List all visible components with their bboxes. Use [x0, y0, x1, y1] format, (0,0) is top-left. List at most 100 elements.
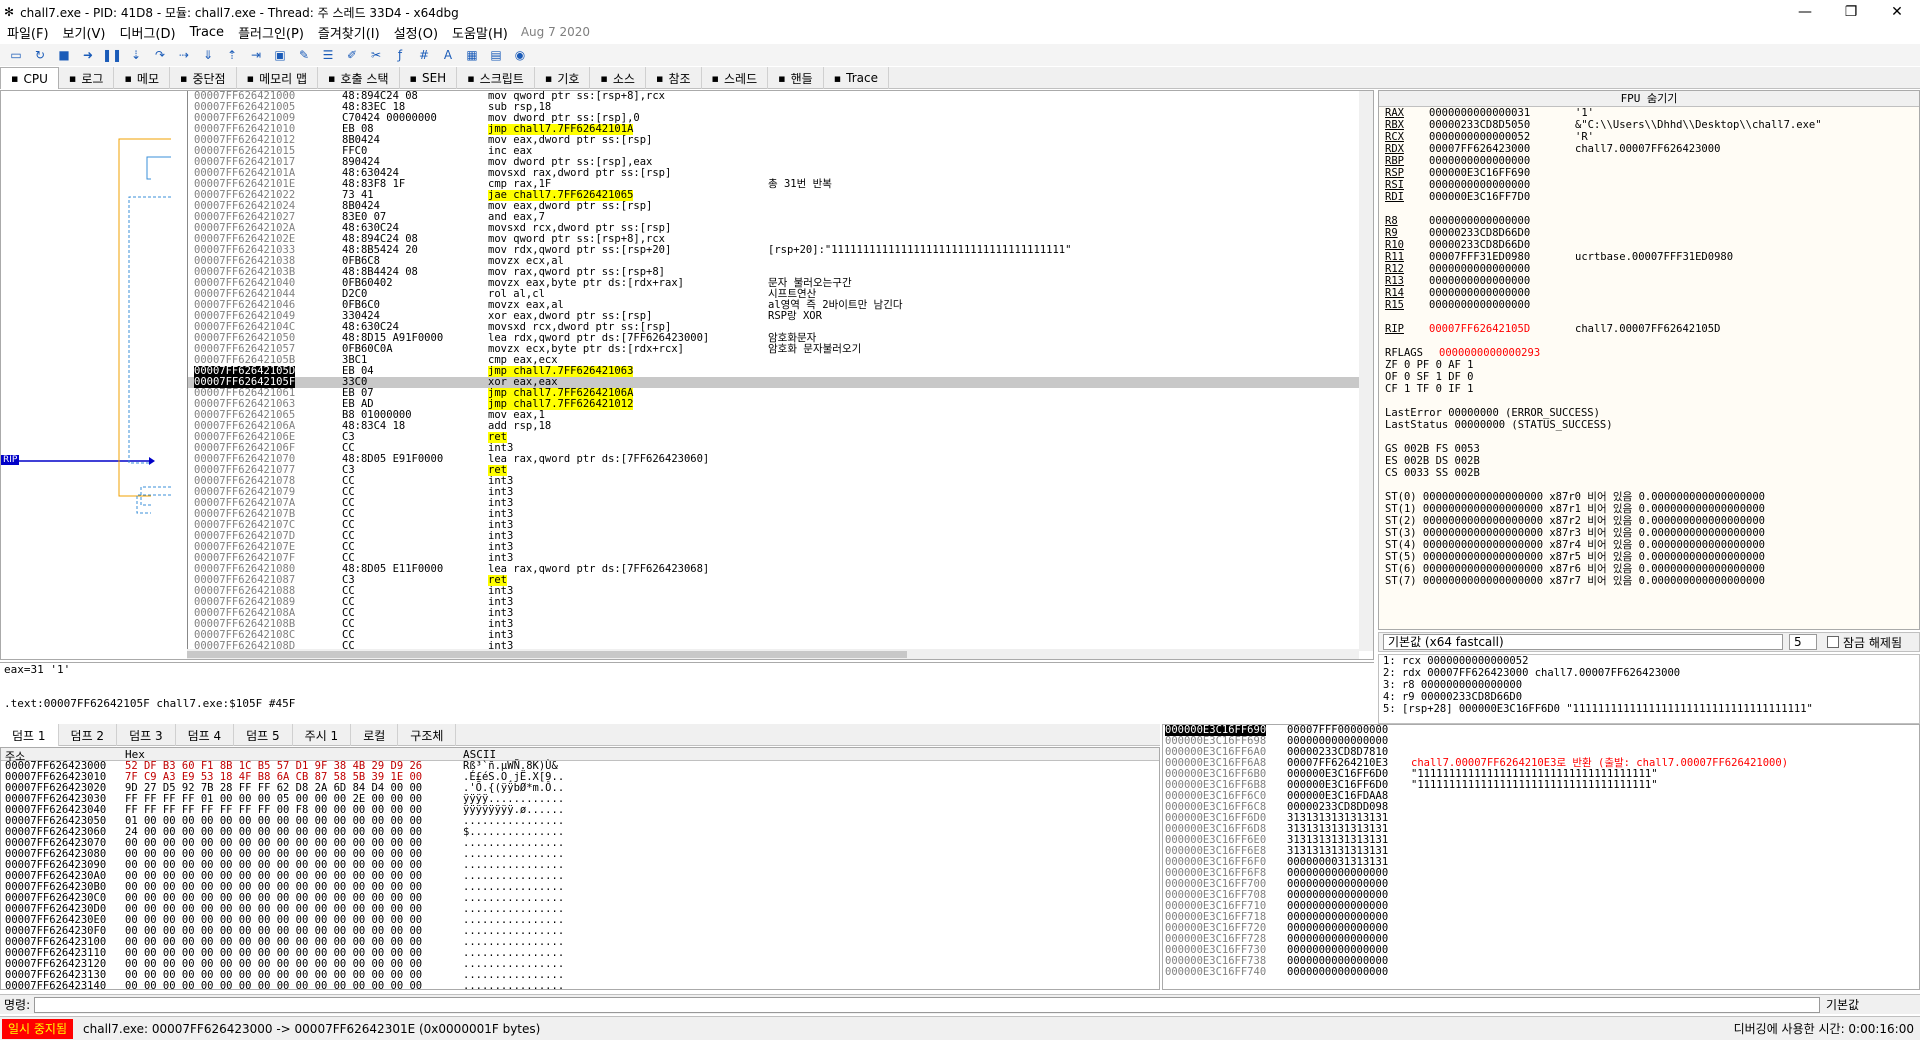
command-default-select[interactable]: 기본값 — [1820, 996, 1920, 1013]
register-name[interactable]: R12 — [1385, 263, 1404, 275]
stack-row[interactable]: 000000E3C16FF6B8 000000E3C16FF6D0 "1111111… — [1163, 780, 1919, 791]
trace-into-icon[interactable]: ⇢ — [176, 47, 192, 63]
disasm-row[interactable]: 00007FF626421078 CC int3 — [188, 476, 1359, 487]
fpu-row[interactable]: ST(3) 0000000000000000000 x87r3 비어 있음 0.… — [1379, 527, 1919, 539]
disasm-row[interactable]: 00007FF62642106E C3 ret — [188, 432, 1359, 443]
disasm-row[interactable]: 00007FF62642107A CC int3 — [188, 498, 1359, 509]
stack-row[interactable]: 000000E3C16FF740 0000000000000000 — [1163, 967, 1919, 978]
stack-row[interactable]: 000000E3C16FF6E0 3131313131313131 — [1163, 835, 1919, 846]
register-value[interactable]: 0000000000000000 — [1429, 179, 1530, 191]
tab-13[interactable]: ▪ Trace — [824, 67, 889, 89]
register-name[interactable]: RSP — [1385, 167, 1404, 179]
register-value[interactable]: 0000000000000000 — [1429, 287, 1530, 299]
tab-3[interactable]: ▪ 중단점 — [170, 67, 237, 89]
register-value[interactable]: 0000000000000000 — [1429, 275, 1530, 287]
disasm-row[interactable]: 00007FF62642108B CC int3 — [188, 619, 1359, 630]
registers-pane[interactable]: FPU 숨기기 RAX 0000000000000031 '1' RBX 0000023… — [1378, 90, 1920, 630]
run-to-user-code-icon[interactable]: ⇥ — [248, 47, 264, 63]
tab-11[interactable]: ▪ 스레드 — [702, 67, 769, 89]
stack-row[interactable]: 000000E3C16FF720 0000000000000000 — [1163, 923, 1919, 934]
menu-item[interactable]: 도움말(H) — [445, 23, 515, 42]
register-name[interactable]: R11 — [1385, 251, 1404, 263]
minimize-button[interactable]: — — [1782, 0, 1828, 24]
comment-icon[interactable]: ☰ — [320, 47, 336, 63]
disasm-row[interactable]: 00007FF626421077 C3 ret — [188, 465, 1359, 476]
register-value[interactable]: 000000E3C16FF690 — [1429, 167, 1530, 179]
disasm-row[interactable]: 00007FF62642108C CC int3 — [188, 630, 1359, 641]
tab-2[interactable]: ▪ 메모 — [114, 67, 170, 89]
register-name[interactable]: R15 — [1385, 299, 1404, 311]
register-value[interactable]: 00007FFF31ED0980 — [1429, 251, 1530, 263]
stack-row[interactable]: 000000E3C16FF6D8 3131313131313131 — [1163, 824, 1919, 835]
stack-row[interactable]: 000000E3C16FF710 0000000000000000 — [1163, 901, 1919, 912]
run-icon[interactable]: ➜ — [80, 47, 96, 63]
stack-row[interactable]: 000000E3C16FF728 0000000000000000 — [1163, 934, 1919, 945]
register-value[interactable]: 00000233CD8D66D0 — [1429, 239, 1530, 251]
disasm-row[interactable]: 00007FF62642107C CC int3 — [188, 520, 1359, 531]
arg-count-spinner[interactable]: 5 — [1789, 634, 1817, 650]
disasm-row[interactable]: 00007FF626421089 CC int3 — [188, 597, 1359, 608]
step-into-icon[interactable]: ⇣ — [128, 47, 144, 63]
open-icon[interactable]: ▭ — [8, 47, 24, 63]
menu-item[interactable]: 파일(F) — [0, 23, 56, 42]
fpu-row[interactable]: ST(1) 0000000000000000000 x87r1 비어 있음 0.… — [1379, 503, 1919, 515]
fpu-row[interactable]: ST(6) 0000000000000000000 x87r6 비어 있음 0.… — [1379, 563, 1919, 575]
dump-tab-5[interactable]: 덤프 5 — [234, 724, 293, 746]
dump-tab-2[interactable]: 덤프 2 — [59, 724, 118, 746]
register-name[interactable]: R10 — [1385, 239, 1404, 251]
flags-row[interactable]: OF 0 SF 1 DF 0 — [1379, 371, 1919, 383]
dump-tab-7[interactable]: 로컬 — [351, 724, 399, 746]
dump-row[interactable]: 00007FF626423140 00 00 00 00 00 00 00 00 … — [1, 981, 1159, 992]
fpu-row[interactable]: ST(5) 0000000000000000000 x87r5 비어 있음 0.… — [1379, 551, 1919, 563]
restart-icon[interactable]: ↻ — [32, 47, 48, 63]
stack-row[interactable]: 000000E3C16FF708 0000000000000000 — [1163, 890, 1919, 901]
rflags-value[interactable]: 0000000000000293 — [1439, 347, 1540, 359]
notes-toolbar-icon[interactable]: ▤ — [488, 47, 504, 63]
fpu-toggle[interactable]: FPU 숨기기 — [1379, 91, 1919, 107]
stack-row[interactable]: 000000E3C16FF730 0000000000000000 — [1163, 945, 1919, 956]
stack-row[interactable]: 000000E3C16FF6D0 3131313131313131 — [1163, 813, 1919, 824]
hash-icon[interactable]: # — [416, 47, 432, 63]
register-value[interactable]: 0000000000000000 — [1429, 215, 1530, 227]
tab-7[interactable]: ▪ 스크립트 — [457, 67, 535, 89]
scylla-icon[interactable]: ▣ — [272, 47, 288, 63]
function-icon[interactable]: ƒ — [392, 47, 408, 63]
menu-item[interactable]: 설정(O) — [387, 23, 445, 42]
stack-row[interactable]: 000000E3C16FF6C0 000000E3C16FDAA8 — [1163, 791, 1919, 802]
register-name[interactable]: RAX — [1385, 107, 1404, 119]
disassembly-rows[interactable]: 00007FF626421000 48:894C24 08 mov qword pt… — [187, 91, 1359, 652]
flags-row[interactable]: CF 1 TF 0 IF 1 — [1379, 383, 1919, 395]
register-value[interactable]: 0000000000000031 — [1429, 107, 1530, 119]
disasm-row[interactable]: 00007FF62642107B CC int3 — [188, 509, 1359, 520]
disasm-row[interactable]: 00007FF626421079 CC int3 — [188, 487, 1359, 498]
dump-tab-8[interactable]: 구조체 — [398, 724, 457, 746]
disasm-row[interactable]: 00007FF62642106A 48:83C4 18 add rsp,18 — [188, 421, 1359, 432]
font-icon[interactable]: A — [440, 47, 456, 63]
register-value[interactable]: 00007FF62642105D — [1429, 323, 1530, 335]
disasm-row[interactable]: 00007FF62642107D CC int3 — [188, 531, 1359, 542]
register-name[interactable]: R14 — [1385, 287, 1404, 299]
calling-convention-select[interactable]: 기본값 (x64 fastcall) — [1383, 634, 1783, 650]
dump-tab-1[interactable]: 덤프 1 — [0, 724, 59, 746]
label-icon[interactable]: ✐ — [344, 47, 360, 63]
stack-row[interactable]: 000000E3C16FF6C8 00000233CD8DD098 — [1163, 802, 1919, 813]
fpu-row[interactable]: ST(4) 0000000000000000000 x87r4 비어 있음 0.… — [1379, 539, 1919, 551]
register-value[interactable]: 00000233CD8D5050 — [1429, 119, 1530, 131]
register-value[interactable]: 00007FF626423000 — [1429, 143, 1530, 155]
disasm-row[interactable]: 00007FF626421080 48:8D05 E11F0000 lea rax,… — [188, 564, 1359, 575]
tab-9[interactable]: ▪ 소스 — [590, 67, 646, 89]
register-name[interactable]: RCX — [1385, 131, 1404, 143]
tab-12[interactable]: ▪ 핸들 — [768, 67, 824, 89]
register-name[interactable]: R9 — [1385, 227, 1398, 239]
disasm-row[interactable]: 00007FF626421088 CC int3 — [188, 586, 1359, 597]
register-name[interactable]: RBX — [1385, 119, 1404, 131]
dump-pane[interactable]: 주소 Hex ASCII 00007FF626423000 52 DF B3 60… — [0, 747, 1160, 992]
patch-icon[interactable]: ✎ — [296, 47, 312, 63]
stack-row[interactable]: 000000E3C16FF6E8 3131313131313131 — [1163, 846, 1919, 857]
command-input[interactable] — [34, 996, 1820, 1013]
stack-row[interactable]: 000000E3C16FF6F0 0000000031313131 — [1163, 857, 1919, 868]
segment-row[interactable]: CS 0033 SS 002B — [1379, 467, 1919, 479]
stack-row[interactable]: 000000E3C16FF700 0000000000000000 — [1163, 879, 1919, 890]
lock-checkbox[interactable]: 잠금 해제됨 — [1827, 634, 1902, 651]
register-value[interactable]: 0000000000000000 — [1429, 263, 1530, 275]
